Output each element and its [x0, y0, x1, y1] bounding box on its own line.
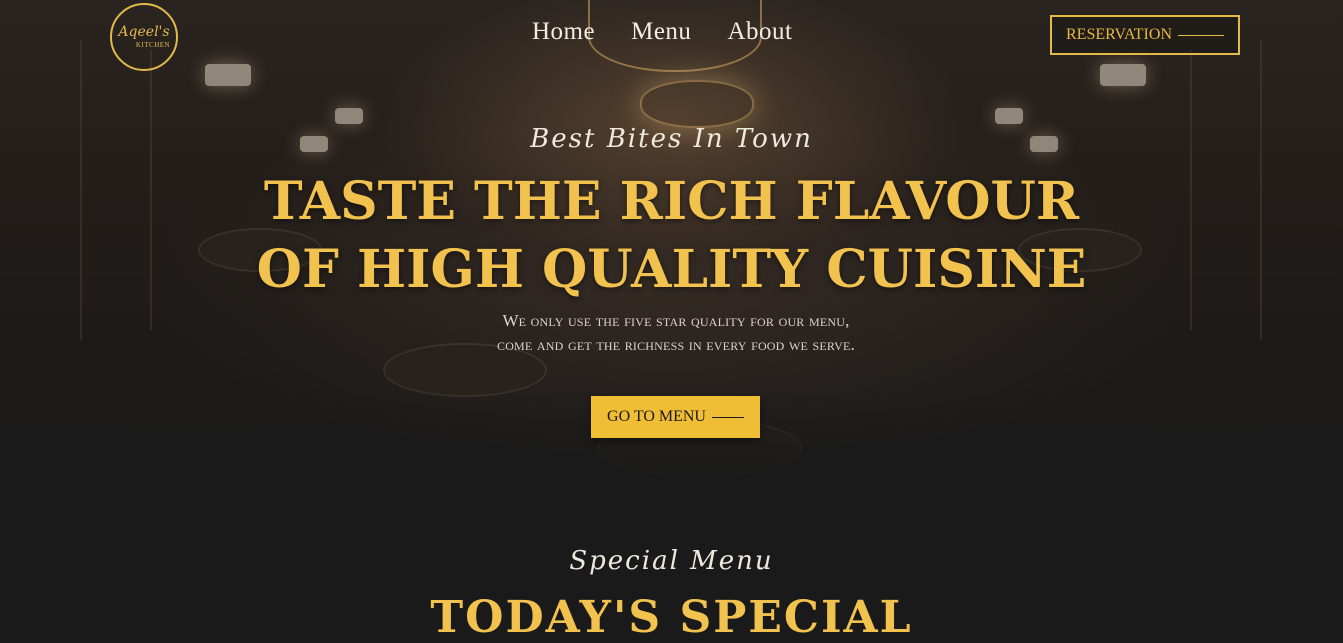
- hero-kicker: Best Bites In Town: [530, 124, 813, 154]
- hero-headline-line1: TASTE THE RICH FLAVOUR: [263, 171, 1080, 232]
- go-to-menu-button[interactable]: GO TO MENU: [591, 396, 760, 438]
- logo-subtext: KITCHEN: [135, 41, 171, 49]
- wall-lamp-decoration: [335, 108, 363, 124]
- nav-item-about[interactable]: About: [727, 18, 792, 46]
- wall-lamp-decoration: [995, 108, 1023, 124]
- chandelier-decoration: [640, 80, 754, 128]
- section-kicker: Special Menu: [569, 546, 774, 576]
- nav-item-menu[interactable]: Menu: [631, 18, 691, 46]
- reservation-label: RESERVATION: [1066, 26, 1172, 43]
- dash-line-icon: [711, 416, 744, 418]
- wall-lamp-decoration: [1100, 64, 1146, 86]
- dash-line-icon: [1178, 34, 1224, 36]
- cta-label: GO TO MENU: [607, 408, 706, 425]
- reservation-button[interactable]: RESERVATION: [1050, 15, 1240, 55]
- main-nav: Home Menu About: [532, 18, 792, 46]
- brand-logo[interactable]: Aqeel's KITCHEN: [110, 3, 178, 71]
- nav-item-home[interactable]: Home: [532, 18, 595, 46]
- wall-lamp-decoration: [205, 64, 251, 86]
- hero-description: We only use the five star quality for ou…: [496, 311, 855, 354]
- logo-script-text: Aqeel's: [118, 24, 170, 40]
- hero-headline: TASTE THE RICH FLAVOUR OF HIGH QUALITY C…: [0, 168, 1343, 304]
- section-title: TODAY'S SPECIAL: [430, 592, 913, 643]
- hero-headline-line2: OF HIGH QUALITY CUISINE: [256, 239, 1087, 300]
